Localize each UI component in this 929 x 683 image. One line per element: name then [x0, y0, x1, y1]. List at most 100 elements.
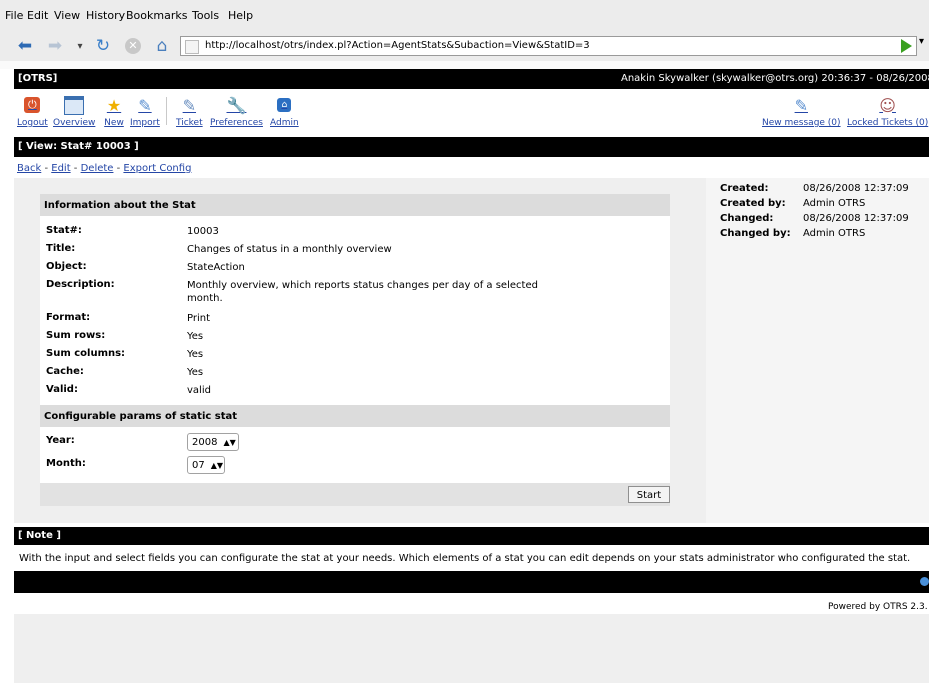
menu-tools[interactable]: Tools — [192, 9, 219, 22]
browser-toolbar: ⬅ ➡ ▾ ↻ ✕ ⌂ http://localhost/otrs/index.… — [0, 30, 929, 61]
select-arrows-icon: ▲▼ — [223, 437, 236, 447]
otrs-header: [OTRS] Anakin Skywalker (skywalker@otrs.… — [14, 69, 929, 89]
format-label: Format: — [46, 312, 91, 323]
sum-rows-value: Yes — [187, 331, 204, 342]
export-config-link[interactable]: Export Config — [123, 163, 191, 174]
valid-value: valid — [187, 385, 211, 396]
cache-value: Yes — [187, 367, 204, 378]
cache-label: Cache: — [46, 366, 84, 377]
info-section-header: Information about the Stat — [40, 194, 670, 216]
object-label: Object: — [46, 261, 87, 272]
nav-logout[interactable]: ⏻ Logout — [17, 95, 48, 128]
nav-import-label: Import — [130, 118, 160, 128]
title-label: Title: — [46, 243, 76, 254]
year-label: Year: — [46, 435, 75, 446]
month-label: Month: — [46, 458, 86, 469]
changed-value: 08/26/2008 12:37:09 — [803, 213, 909, 224]
title-value: Changes of status in a monthly overview — [187, 244, 392, 255]
import-icon: ✎ — [138, 95, 152, 115]
left-gutter — [0, 69, 14, 683]
nav-import[interactable]: ✎ Import — [130, 95, 160, 129]
nav-locked-tickets[interactable]: ☺ Locked Tickets (0) — [847, 95, 929, 129]
nav-ticket-label: Ticket — [176, 118, 203, 128]
delete-link[interactable]: Delete — [81, 163, 114, 174]
brand-title: [OTRS] — [18, 73, 58, 84]
nav-overview-label: Overview — [53, 118, 96, 128]
changed-by-value: Admin OTRS — [803, 228, 866, 239]
nav-new-label: New — [104, 118, 124, 128]
note-bar: [ Note ] — [14, 527, 929, 545]
toolbar-gap — [0, 61, 929, 69]
reload-icon[interactable]: ↻ — [92, 35, 114, 57]
back-arrow-icon[interactable]: ⬅ — [14, 35, 36, 57]
params-heading: Configurable params of static stat — [44, 411, 238, 422]
locked-user-icon: ☺ — [879, 95, 896, 115]
nav-admin[interactable]: ⌂ Admin — [270, 95, 299, 128]
url-text: http://localhost/otrs/index.pl?Action=Ag… — [205, 40, 590, 51]
edit-link[interactable]: Edit — [51, 163, 70, 174]
forward-arrow-icon[interactable]: ➡ — [44, 35, 66, 57]
wrench-icon: 🔧 — [226, 95, 247, 115]
menu-history[interactable]: History — [86, 9, 125, 22]
address-bar[interactable]: http://localhost/otrs/index.pl?Action=Ag… — [180, 36, 917, 56]
nav-locked-tickets-label: Locked Tickets (0) — [847, 118, 929, 128]
browser-menubar: File Edit View History Bookmarks Tools H… — [0, 0, 929, 30]
toolbar-dropdown-icon[interactable]: ▾ — [919, 36, 924, 47]
menu-file[interactable]: File — [5, 9, 23, 22]
nav-new-message[interactable]: ✎ New message (0) — [762, 95, 841, 129]
admin-icon: ⌂ — [274, 95, 294, 115]
menu-bookmarks[interactable]: Bookmarks — [126, 9, 187, 22]
description-label: Description: — [46, 279, 115, 290]
select-arrows-icon: ▲▼ — [210, 460, 224, 470]
menu-help[interactable]: Help — [228, 9, 253, 22]
nav-new[interactable]: ★ New — [104, 95, 124, 129]
note-text: With the input and select fields you can… — [19, 553, 911, 564]
valid-label: Valid: — [46, 384, 78, 395]
year-select[interactable]: 2008 ▲▼ — [187, 433, 239, 451]
nav-preferences[interactable]: 🔧 Preferences — [210, 95, 263, 129]
view-title-bar: [ View: Stat# 10003 ] — [14, 137, 929, 157]
nav-logout-label: Logout — [17, 118, 48, 128]
sum-rows-label: Sum rows: — [46, 330, 106, 341]
month-select[interactable]: 07 ▲▼ — [187, 456, 225, 474]
go-arrow-icon[interactable] — [901, 39, 912, 53]
overview-icon — [64, 95, 85, 115]
menu-edit[interactable]: Edit — [27, 9, 48, 22]
logout-icon: ⏻ — [22, 95, 42, 115]
note-heading: [ Note ] — [18, 530, 61, 541]
footer-bar — [14, 571, 929, 593]
page-icon — [185, 40, 199, 54]
home-icon[interactable]: ⌂ — [151, 35, 173, 57]
menu-view[interactable]: View — [54, 9, 80, 22]
stat-panel: Information about the Stat Stat#: 10003 … — [40, 194, 670, 506]
stop-icon[interactable]: ✕ — [122, 35, 144, 57]
info-heading: Information about the Stat — [44, 200, 196, 211]
stat-number-label: Stat#: — [46, 225, 82, 236]
action-links: Back - Edit - Delete - Export Config — [17, 163, 192, 174]
created-value: 08/26/2008 12:37:09 — [803, 183, 909, 194]
top-link-icon[interactable] — [920, 577, 929, 586]
created-label: Created: — [720, 183, 769, 194]
params-section-header: Configurable params of static stat — [40, 405, 670, 427]
changed-label: Changed: — [720, 213, 774, 224]
created-by-value: Admin OTRS — [803, 198, 866, 209]
back-link[interactable]: Back — [17, 163, 41, 174]
user-info: Anakin Skywalker (skywalker@otrs.org) 20… — [621, 73, 929, 84]
month-select-value: 07 — [192, 459, 205, 471]
history-dropdown-icon[interactable]: ▾ — [69, 35, 91, 57]
view-title: [ View: Stat# 10003 ] — [18, 141, 139, 152]
meta-sidebar: Created: 08/26/2008 12:37:09 Created by:… — [706, 178, 929, 523]
nav-ticket[interactable]: ✎ Ticket — [176, 95, 203, 129]
bottom-area — [14, 614, 929, 683]
powered-by: Powered by OTRS 2.3. — [828, 602, 928, 612]
created-by-label: Created by: — [720, 198, 786, 209]
nav-overview[interactable]: Overview — [53, 95, 95, 128]
nav-new-message-label: New message (0) — [762, 118, 841, 128]
description-value: Monthly overview, which reports status c… — [187, 280, 538, 304]
nav-preferences-label: Preferences — [210, 118, 263, 128]
start-button[interactable]: Start — [628, 486, 670, 503]
nav-bar: ⏻ Logout Overview ★ New ✎ Import ✎ Ticke… — [14, 89, 929, 134]
object-value: StateAction — [187, 262, 245, 273]
year-select-value: 2008 — [192, 436, 218, 448]
sum-columns-label: Sum columns: — [46, 348, 126, 359]
